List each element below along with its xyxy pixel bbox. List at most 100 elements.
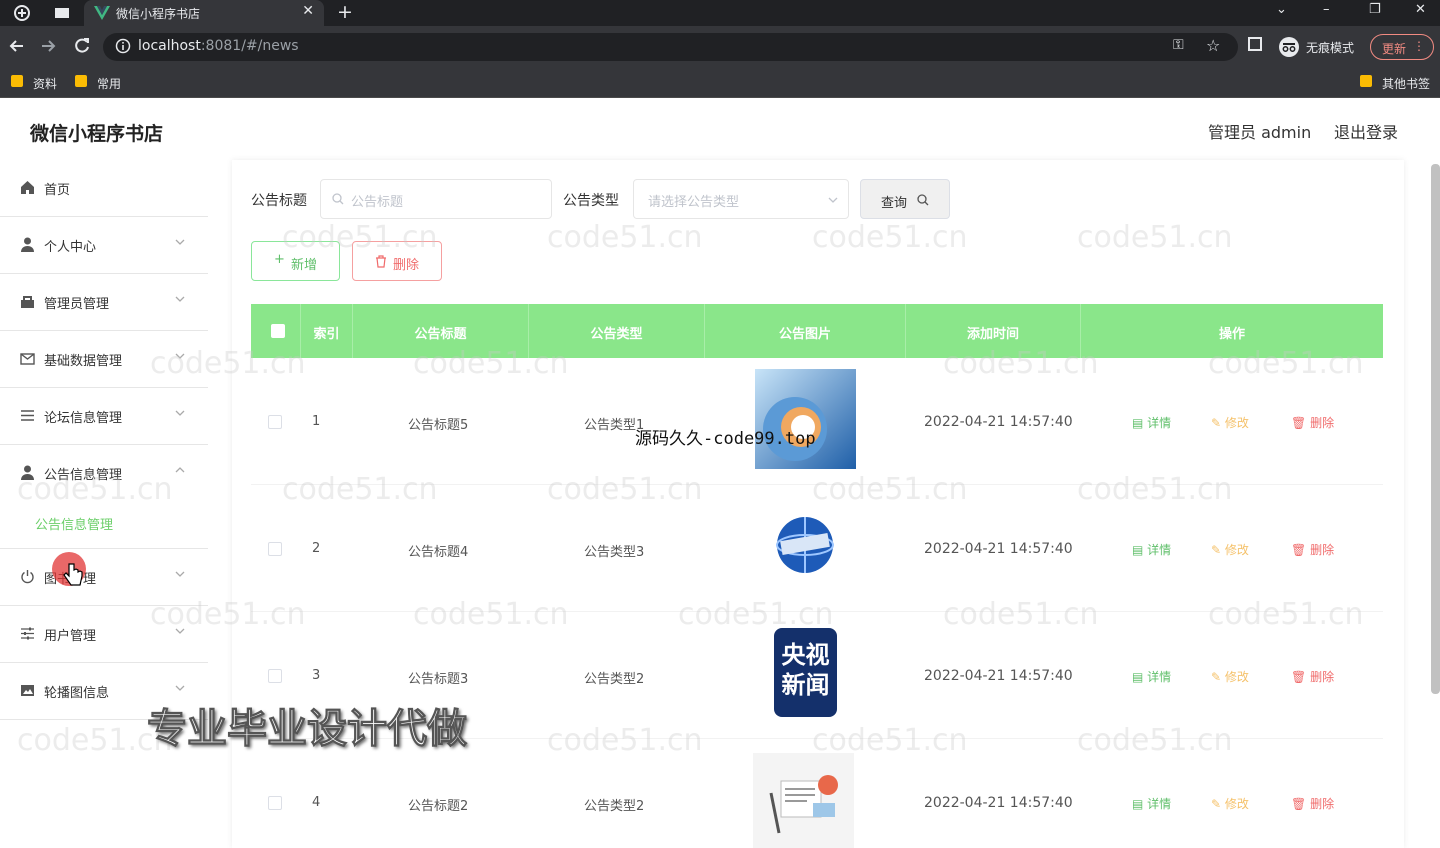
cell-time: 2022-04-21 14:57:40 [924,414,1073,430]
user-icon [21,465,34,480]
minimize-icon[interactable]: – [1323,2,1330,17]
select-all-checkbox[interactable] [271,324,285,338]
tab-overview-icon[interactable] [54,5,70,21]
bookmark-folder-other[interactable]: 其他书签 [1360,75,1430,92]
browser-tab-active[interactable]: 微信小程序书店 ✕ [84,0,324,26]
cell-index: 4 [312,795,321,810]
bookmark-folder-ziliao[interactable]: 资料 [11,75,57,92]
browser-menu-icon[interactable] [14,5,30,21]
more-menu-icon[interactable]: ⋮ [1413,39,1425,53]
close-window-icon[interactable]: ✕ [1415,2,1426,17]
tab-search-icon[interactable]: ⌄ [1276,2,1287,17]
sidebar-item-users[interactable]: 用户管理 [0,606,208,663]
newspaper-image[interactable] [753,753,854,848]
select-all-cell [251,304,301,358]
row-edit-button[interactable]: ✎ 修改 [1211,668,1249,685]
row-edit-button[interactable]: ✎ 修改 [1211,795,1249,812]
row-detail-button[interactable]: ▤ 详情 [1132,668,1171,685]
row-delete-button[interactable]: 🗑 删除 [1291,541,1334,558]
type-filter-label: 公告类型 [563,193,619,209]
cell-type: 公告类型2 [584,799,645,814]
address-bar[interactable]: localhost:8081/#/news ⚿ ☆ [103,33,1238,61]
sidepanel-icon[interactable] [1248,37,1262,51]
title-search-placeholder: 公告标题 [351,195,404,210]
row-detail-button[interactable]: ▤ 详情 [1132,541,1171,558]
update-button[interactable]: 更新 ⋮ [1370,34,1434,60]
column-header-title[interactable]: 公告标题 [353,304,529,358]
sidebar-item-label: 首页 [44,183,71,198]
trash-icon [376,255,386,268]
sidebar-item-forum[interactable]: 论坛信息管理 [0,388,208,445]
cell-type: 公告类型3 [584,545,645,560]
query-button[interactable]: 查询 [860,179,950,219]
sidebar-item-books[interactable]: 图书管理 [0,549,208,606]
column-header-type[interactable]: 公告类型 [529,304,705,358]
logo-text-line-2: 新闻 [781,671,830,699]
row-edit-button[interactable]: ✎ 修改 [1211,541,1249,558]
picture-icon [21,685,34,696]
batch-delete-label: 删除 [393,258,420,273]
sidebar-item-basedata[interactable]: 基础数据管理 [0,331,208,388]
sidebar-item-notice[interactable]: 公告信息管理 [0,445,208,549]
row-edit-button[interactable]: ✎ 修改 [1211,414,1249,431]
title-search-input[interactable]: 公告标题 [320,179,552,219]
reload-icon[interactable] [72,36,92,56]
admin-icon [21,296,34,308]
add-button[interactable]: + 新增 [251,241,340,281]
sidebar-item-label: 管理员管理 [44,297,110,312]
add-button-label: 新增 [291,258,318,273]
page-scrollbar[interactable] [1431,164,1440,694]
sidebar-item-profile[interactable]: 个人中心 [0,217,208,274]
browser-tab-bar: 微信小程序书店 ✕ + ⌄ – ❐ ✕ [0,0,1440,26]
row-checkbox[interactable] [268,415,282,429]
batch-delete-button[interactable]: 删除 [352,241,442,281]
row-checkbox[interactable] [268,542,282,556]
forward-icon[interactable] [38,36,58,56]
sidebar-item-admin[interactable]: 管理员管理 [0,274,208,331]
sidebar-item-home[interactable]: 首页 [0,160,208,217]
user-icon [21,237,34,252]
chevron-down-icon [175,685,185,691]
bookmark-star-icon[interactable]: ☆ [1206,36,1220,55]
restore-icon[interactable]: ❐ [1369,2,1381,17]
tab-close-icon[interactable]: ✕ [302,3,314,19]
column-header-index[interactable]: 索引 [301,304,353,358]
news-globe-image[interactable] [773,513,837,577]
news-image-thumbnail[interactable] [755,369,856,469]
site-info-icon[interactable] [115,38,131,54]
chevron-down-icon [175,296,185,302]
chevron-down-icon [175,239,185,245]
sidebar-item-label: 论坛信息管理 [44,411,123,426]
row-detail-button[interactable]: ▤ 详情 [1132,414,1171,431]
row-delete-button[interactable]: 🗑 删除 [1291,414,1334,431]
bookmark-folder-changyong[interactable]: 常用 [75,75,121,92]
cctv-news-logo[interactable]: 央视 新闻 [774,628,837,717]
logout-link[interactable]: 退出登录 [1334,119,1398,143]
row-detail-button[interactable]: ▤ 详情 [1132,795,1171,812]
app-brand: 微信小程序书店 [30,123,164,145]
type-select[interactable]: 请选择公告类型 [633,179,849,219]
search-icon [917,194,929,206]
column-header-time[interactable]: 添加时间 [906,304,1081,358]
key-icon[interactable]: ⚿ [1173,37,1184,53]
row-checkbox[interactable] [268,669,282,683]
row-checkbox[interactable] [268,796,282,810]
chevron-down-icon [175,571,185,577]
cell-type: 公告类型2 [584,672,645,687]
chevron-down-icon [828,197,838,203]
column-header-image[interactable]: 公告图片 [705,304,906,358]
chevron-down-icon [175,410,185,416]
table-header: 索引 公告标题 公告类型 公告图片 添加时间 操作 [251,304,1383,358]
cell-title: 公告标题4 [408,545,469,560]
title-filter-label: 公告标题 [251,193,307,209]
logo-text-line-1: 央视 [781,641,830,669]
back-icon[interactable] [7,36,27,56]
row-delete-button[interactable]: 🗑 删除 [1291,668,1334,685]
url-text: localhost:8081/#/news [138,38,299,54]
bookmarks-bar: 资料 常用 其他书签 [0,66,1440,98]
new-tab-icon[interactable]: + [337,1,353,23]
row-delete-button[interactable]: 🗑 删除 [1291,795,1334,812]
cell-index: 2 [312,541,321,556]
cell-index: 3 [312,668,321,683]
sidebar-subitem-notice-manage[interactable]: 公告信息管理 [35,514,113,533]
